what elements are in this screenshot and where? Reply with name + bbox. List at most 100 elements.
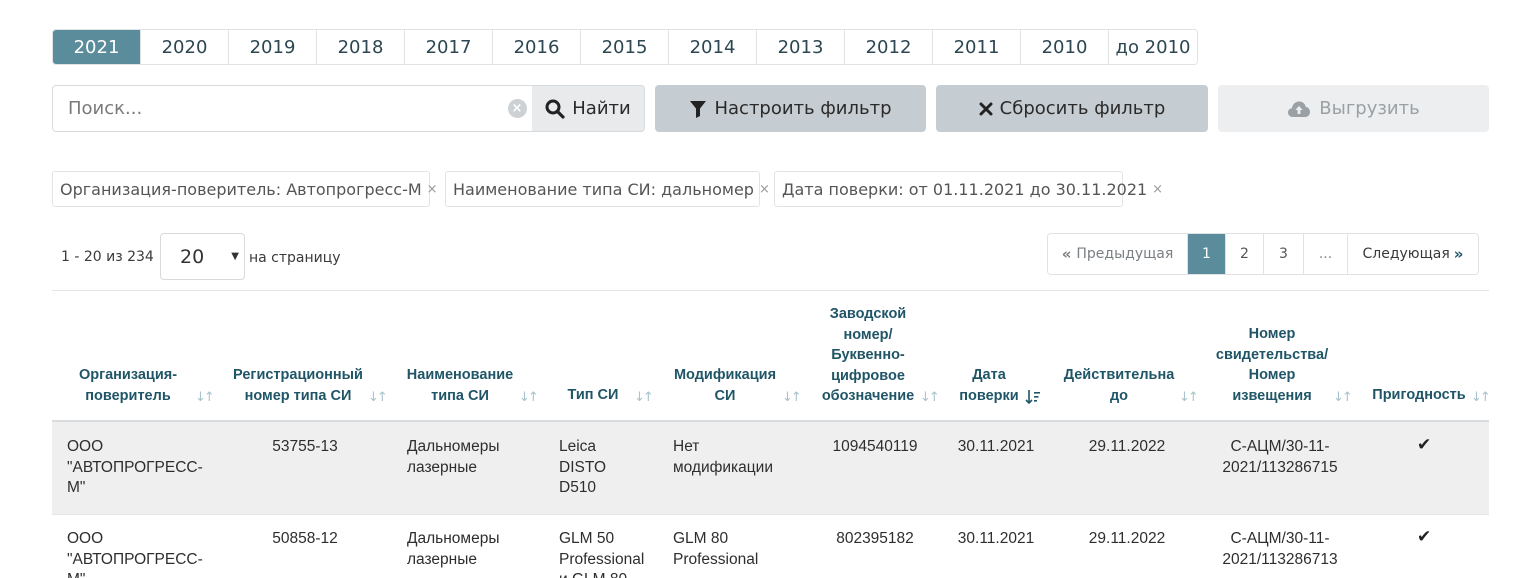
per-page-value: 20 [180, 245, 205, 268]
year-tab-2019[interactable]: 2019 [229, 30, 317, 64]
cell-line: модификации [673, 458, 773, 476]
header-line: Заводской [829, 306, 907, 322]
cell-line: лазерные [407, 458, 477, 476]
cell-serial: 802395182 [836, 530, 914, 547]
cell-organization: ООО "АВТОПРОГРЕСС- М" [67, 437, 217, 499]
configure-filter-button[interactable]: Настроить фильтр [655, 85, 926, 132]
page-button-1[interactable]: 1 [1188, 234, 1226, 274]
cell-line: лазерные [407, 550, 477, 568]
find-button[interactable]: Найти [532, 86, 644, 131]
sort-desc-icon[interactable] [1025, 389, 1041, 405]
year-tab-2012[interactable]: 2012 [845, 30, 933, 64]
reset-filter-label: Сбросить фильтр [999, 98, 1166, 119]
reset-filter-button[interactable]: Сбросить фильтр [936, 85, 1208, 132]
next-page-button[interactable]: Следующая » [1348, 234, 1478, 274]
cell-type: Leica DISTO D510 [559, 437, 659, 499]
cell-line: GLM 80 [673, 530, 729, 547]
remove-chip-icon[interactable]: × [427, 182, 438, 197]
cell-line: Дальномеры [407, 438, 500, 455]
export-button[interactable]: Выгрузить [1218, 85, 1489, 132]
cell-line: 2021/113286713 [1222, 550, 1338, 568]
header-line: Действительна [1063, 367, 1175, 383]
page-button-2[interactable]: 2 [1226, 234, 1264, 274]
per-page-select[interactable]: 20 ▼ [160, 233, 245, 280]
header-line: Номер [1248, 367, 1296, 383]
sort-icon[interactable]: ↓↑ [1471, 390, 1491, 405]
cell-modification: Нет модификации [673, 437, 803, 478]
sort-icon[interactable]: ↓↑ [634, 390, 654, 405]
year-tab-2018[interactable]: 2018 [317, 30, 405, 64]
header-line: свидетельства/ [1215, 346, 1329, 363]
column-header-type[interactable]: Тип СИ [560, 385, 626, 406]
header-line: Дата [972, 367, 1006, 383]
sort-icon[interactable]: ↓↑ [1179, 390, 1199, 405]
divider [52, 290, 1489, 291]
year-tab-2013[interactable]: 2013 [757, 30, 845, 64]
cell-line: М" [67, 479, 86, 496]
header-line: поверки [959, 387, 1019, 404]
cell-line: GLM 50 [559, 530, 615, 547]
sort-icon[interactable]: ↓↑ [519, 390, 539, 405]
year-tab-2020[interactable]: 2020 [141, 30, 229, 64]
sort-icon[interactable]: ↓↑ [782, 390, 802, 405]
column-header-serial[interactable]: Заводской номер/ Буквенно- цифровое обоз… [815, 304, 921, 407]
double-chevron-right-icon: » [1453, 245, 1464, 263]
header-line: номер/ [843, 326, 893, 343]
column-header-date[interactable]: Дата поверки [952, 365, 1026, 406]
cell-registration: 53755-13 [272, 438, 338, 455]
column-header-registration[interactable]: Регистрационный номер типа СИ [228, 365, 368, 406]
filter-chip-type-name: Наименование типа СИ: дальномер × [445, 171, 770, 207]
year-tab-2017[interactable]: 2017 [405, 30, 493, 64]
configure-filter-label: Настроить фильтр [714, 98, 892, 119]
clear-search-button[interactable]: × [502, 86, 532, 131]
remove-chip-icon[interactable]: × [1152, 182, 1163, 197]
year-tab-2016[interactable]: 2016 [493, 30, 581, 64]
year-tab-before-2010[interactable]: до 2010 [1109, 30, 1197, 64]
column-header-certificate[interactable]: Номер свидетельства/ Номер извещения [1212, 324, 1332, 406]
sort-icon[interactable]: ↓↑ [368, 390, 388, 405]
cell-type-name: Дальномеры лазерные [407, 437, 537, 478]
cell-serial: 1094540119 [832, 438, 918, 455]
page-button-3[interactable]: 3 [1264, 234, 1304, 274]
cell-line: Нет [673, 438, 700, 455]
clear-icon: × [507, 99, 527, 118]
year-tab-2021[interactable]: 2021 [53, 30, 141, 64]
sort-icon[interactable]: ↓↑ [920, 390, 940, 405]
filter-icon [690, 100, 707, 118]
table-row[interactable]: ООО "АВТОПРОГРЕСС- М" 50858-12 Дальномер… [52, 514, 1489, 578]
year-tab-2011[interactable]: 2011 [933, 30, 1021, 64]
cell-line: ООО [67, 530, 104, 547]
prev-page-button[interactable]: « Предыдущая [1048, 234, 1188, 274]
checkmark-icon: ✔ [1417, 435, 1432, 455]
per-page-label: на страницу [249, 250, 341, 266]
cell-line: Professional [559, 550, 645, 568]
column-header-type-name[interactable]: Наименование типа СИ [402, 365, 518, 406]
sort-icon[interactable]: ↓↑ [195, 390, 215, 405]
header-line: типа СИ [431, 387, 489, 404]
year-tab-2014[interactable]: 2014 [669, 30, 757, 64]
cell-line: "АВТОПРОГРЕСС- [67, 458, 203, 476]
filter-chip-date: Дата поверки: от 01.11.2021 до 30.11.202… [774, 171, 1163, 207]
column-header-valid-until[interactable]: Действительна до [1062, 365, 1176, 406]
header-line: цифровое [831, 367, 905, 384]
cell-registration: 50858-12 [272, 530, 338, 547]
sort-icon[interactable]: ↓↑ [1333, 390, 1353, 405]
find-label: Найти [572, 98, 631, 119]
cell-organization: ООО "АВТОПРОГРЕСС- М" [67, 529, 217, 578]
year-tab-2010[interactable]: 2010 [1021, 30, 1109, 64]
column-header-modification[interactable]: Модификация СИ [670, 365, 780, 406]
table-row[interactable]: ООО "АВТОПРОГРЕСС- М" 53755-13 Дальномер… [52, 422, 1489, 514]
cell-valid-until: 29.11.2022 [1088, 438, 1166, 455]
year-tabs: 2021 2020 2019 2018 2017 2016 2015 2014 … [52, 29, 1198, 65]
cell-type-name: Дальномеры лазерные [407, 529, 537, 570]
cell-line: Leica [559, 438, 597, 455]
header-line: СИ [714, 387, 736, 404]
checkmark-icon: ✔ [1417, 527, 1432, 547]
remove-chip-icon[interactable]: × [759, 182, 770, 197]
cell-date: 30.11.2021 [957, 438, 1035, 455]
year-tab-2015[interactable]: 2015 [581, 30, 669, 64]
search-input[interactable] [53, 86, 502, 131]
header-line: обозначение [821, 388, 915, 404]
column-header-organization[interactable]: Организация- поверитель [62, 365, 194, 406]
column-header-suitability[interactable]: Пригодность [1370, 385, 1468, 406]
